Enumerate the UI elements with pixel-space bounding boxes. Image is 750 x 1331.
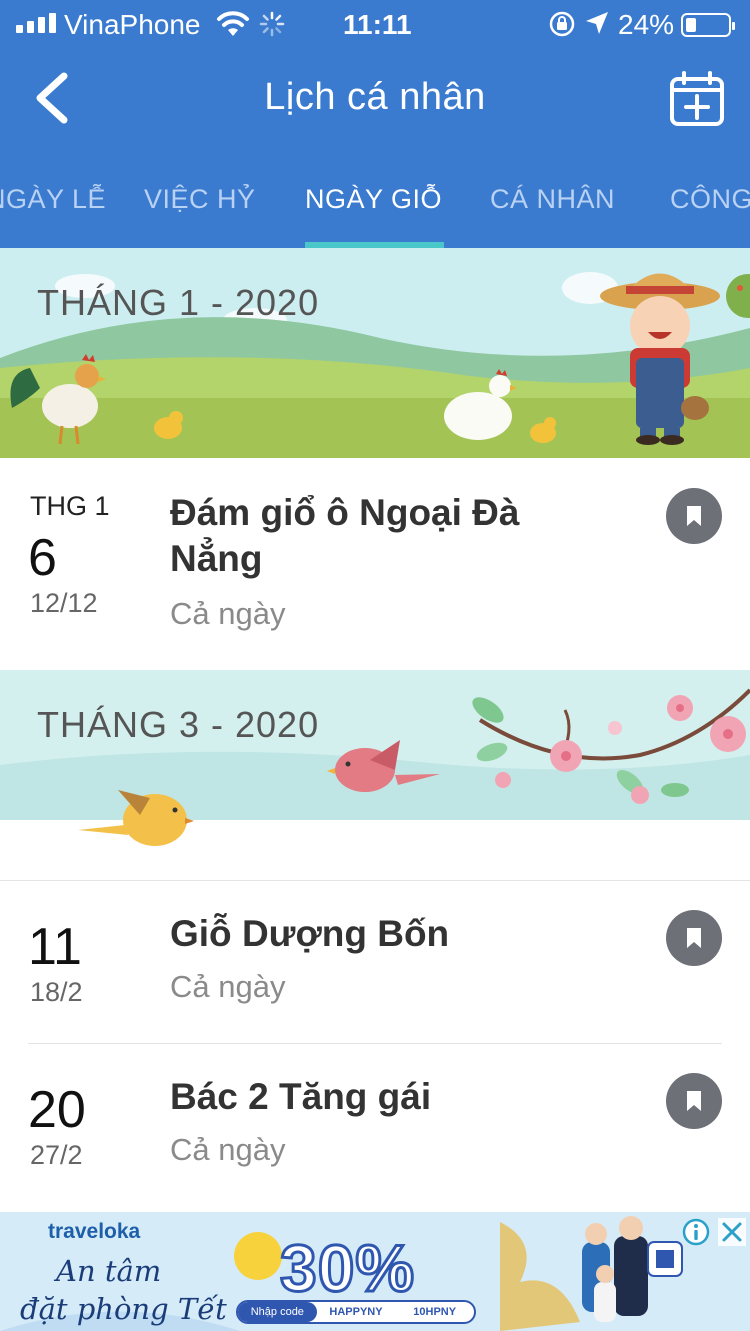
tab-ngay-le[interactable]: NGÀY LỄ <box>0 184 106 215</box>
tab-ngay-gio[interactable]: NGÀY GIỖ <box>305 184 442 215</box>
ad-code: HAPPYNY <box>329 1306 383 1318</box>
ad-code: 10HPNY <box>413 1306 457 1318</box>
calendar-add-icon <box>670 71 724 126</box>
category-tabs: NGÀY LỄ VIỆC HỶ NGÀY GIỖ CÁ NHÂN CÔNG <box>0 160 750 248</box>
event-row[interactable]: 11 18/2 Giỗ Dượng Bốn Cả ngày <box>0 881 750 1043</box>
event-day: 11 <box>28 918 82 976</box>
event-time: Cả ngày <box>170 969 286 1004</box>
event-day: 20 <box>28 1081 86 1139</box>
event-lunar-date: 12/12 <box>30 588 98 618</box>
tab-ca-nhan[interactable]: CÁ NHÂN <box>490 184 615 215</box>
bookmark-icon <box>687 506 701 526</box>
carrier-name: VinaPhone <box>64 9 201 40</box>
info-icon[interactable] <box>682 1218 710 1246</box>
bookmark-icon <box>687 1091 701 1111</box>
bookmark-button[interactable] <box>666 488 722 544</box>
event-row[interactable]: THG 1 6 12/12 Đám giổ ô Ngoại Đà Nẳng Cả… <box>0 458 750 670</box>
event-title: Đám giổ ô Ngoại Đà Nẳng <box>170 492 520 579</box>
signal-icon <box>16 13 56 33</box>
event-day: 6 <box>28 529 57 587</box>
event-lunar-date: 18/2 <box>30 977 83 1007</box>
month-label: THÁNG 3 - 2020 <box>37 704 320 745</box>
event-lunar-date: 27/2 <box>30 1140 83 1170</box>
birds-illustration <box>0 670 750 880</box>
loading-icon <box>259 11 285 37</box>
event-time: Cả ngày <box>170 596 286 631</box>
bookmark-button[interactable] <box>666 1073 722 1129</box>
ad-slogan-line2: đặt phòng Tết <box>20 1292 227 1326</box>
ad-codes: Nhập code HAPPYNY 10HPNY <box>236 1300 476 1324</box>
bookmark-icon <box>687 928 701 948</box>
month-banner: THÁNG 1 - 2020 <box>0 248 750 458</box>
battery-percent: 24% <box>618 9 675 40</box>
ad-discount: 30% <box>278 1230 416 1307</box>
rotation-lock-icon <box>549 11 575 37</box>
event-month: THG 1 <box>30 491 110 521</box>
clock: 11:11 <box>343 9 412 40</box>
add-event-button[interactable] <box>668 70 726 128</box>
ad-brand: traveloka <box>48 1220 141 1243</box>
event-title: Giỗ Dượng Bốn <box>170 913 450 954</box>
ad-banner[interactable]: traveloka An tâm đặt phòng Tết 30% Nhập … <box>0 1212 750 1331</box>
battery-icon <box>681 13 735 37</box>
event-title: Bác 2 Tăng gái <box>170 1076 432 1117</box>
ad-slogan-line1: An tâm <box>56 1254 162 1288</box>
ad-code-label: Nhập code <box>238 1302 317 1322</box>
status-bar: VinaPhone 11:11 24% <box>0 0 750 50</box>
page-title: Lịch cá nhân <box>264 76 486 118</box>
close-icon[interactable] <box>718 1218 746 1246</box>
location-arrow-icon <box>586 12 608 34</box>
month-banner: THÁNG 3 - 2020 <box>0 670 750 880</box>
wifi-icon <box>217 11 249 36</box>
tab-cong[interactable]: CÔNG <box>670 184 750 215</box>
app-header: VinaPhone 11:11 24% Lịch cá nhân GÀY LỄ … <box>0 0 750 248</box>
farm-illustration <box>0 248 750 458</box>
event-row[interactable]: 20 27/2 Bác 2 Tăng gái Cả ngày <box>0 1044 750 1212</box>
event-time: Cả ngày <box>170 1132 286 1167</box>
tab-viec-hy[interactable]: VIỆC HỶ <box>144 184 256 215</box>
bookmark-button[interactable] <box>666 910 722 966</box>
month-label: THÁNG 1 - 2020 <box>37 282 320 323</box>
nav-bar: Lịch cá nhân <box>0 50 750 150</box>
